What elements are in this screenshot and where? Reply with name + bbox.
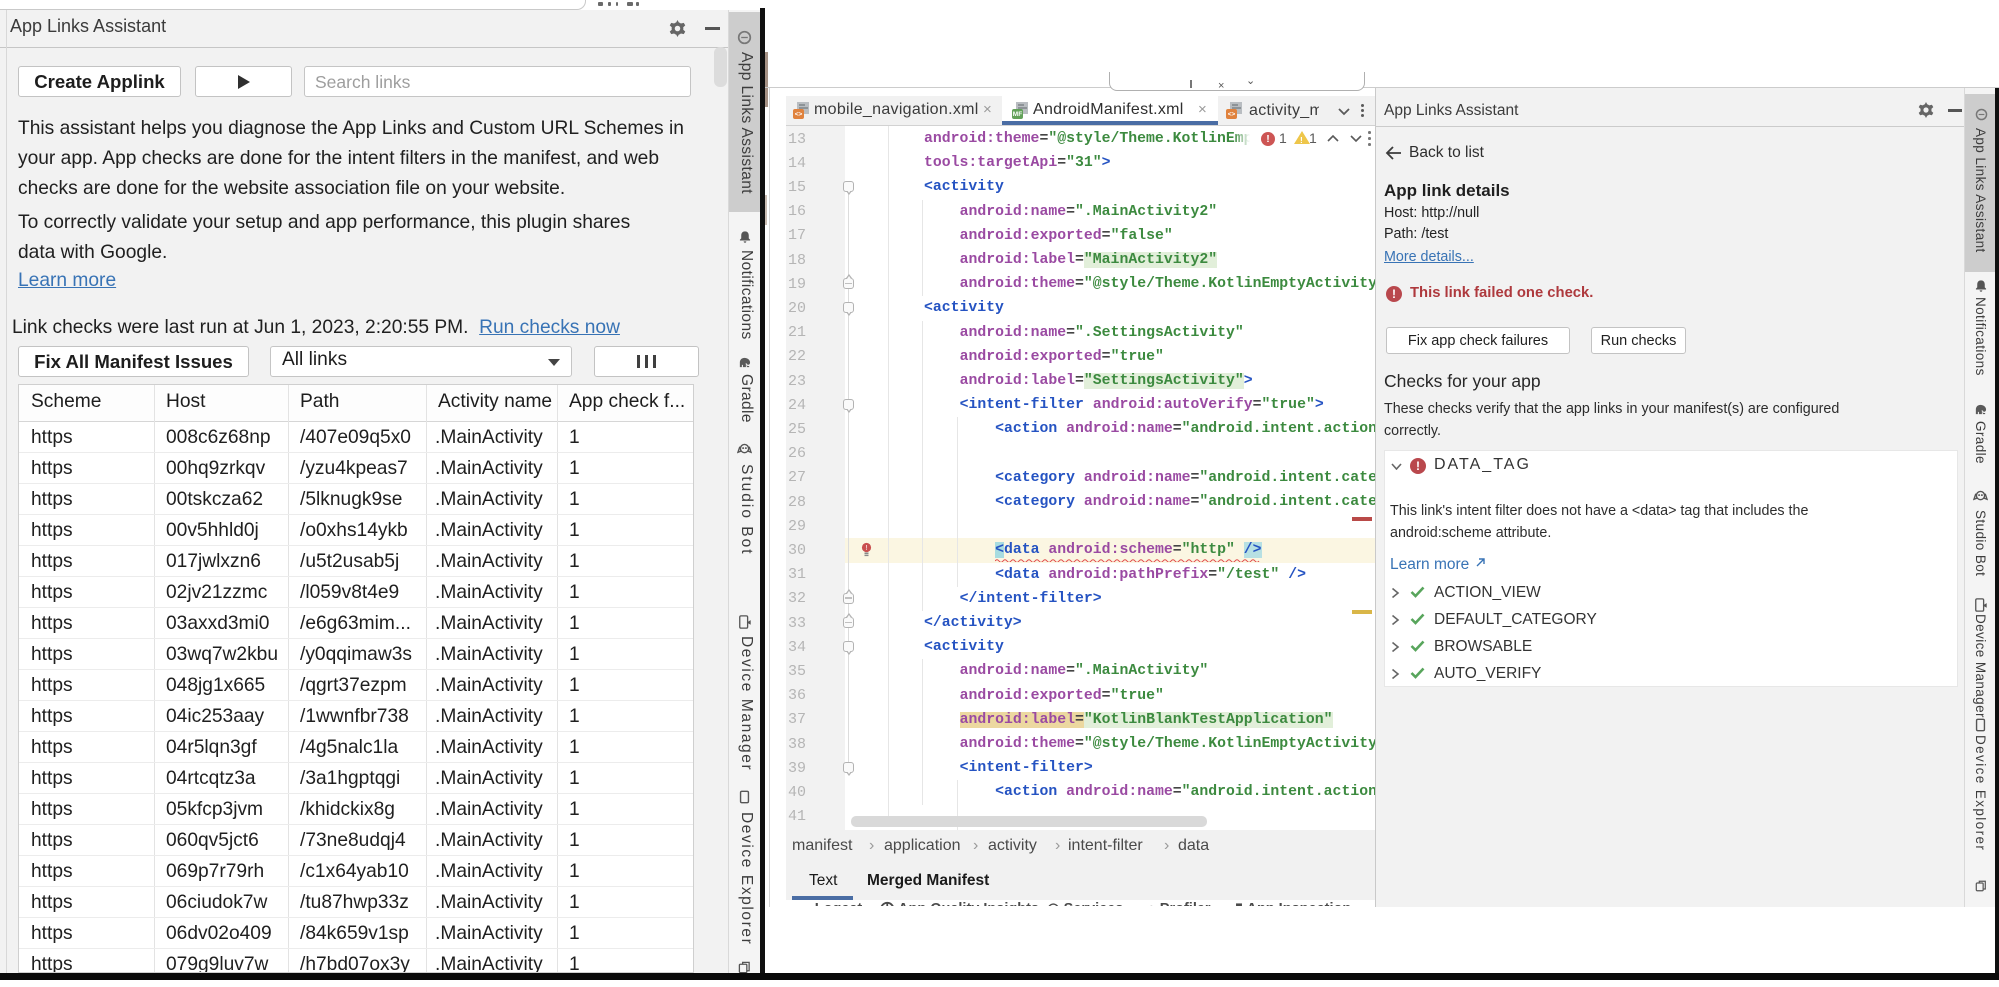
svg-text:!: ! (865, 543, 867, 552)
